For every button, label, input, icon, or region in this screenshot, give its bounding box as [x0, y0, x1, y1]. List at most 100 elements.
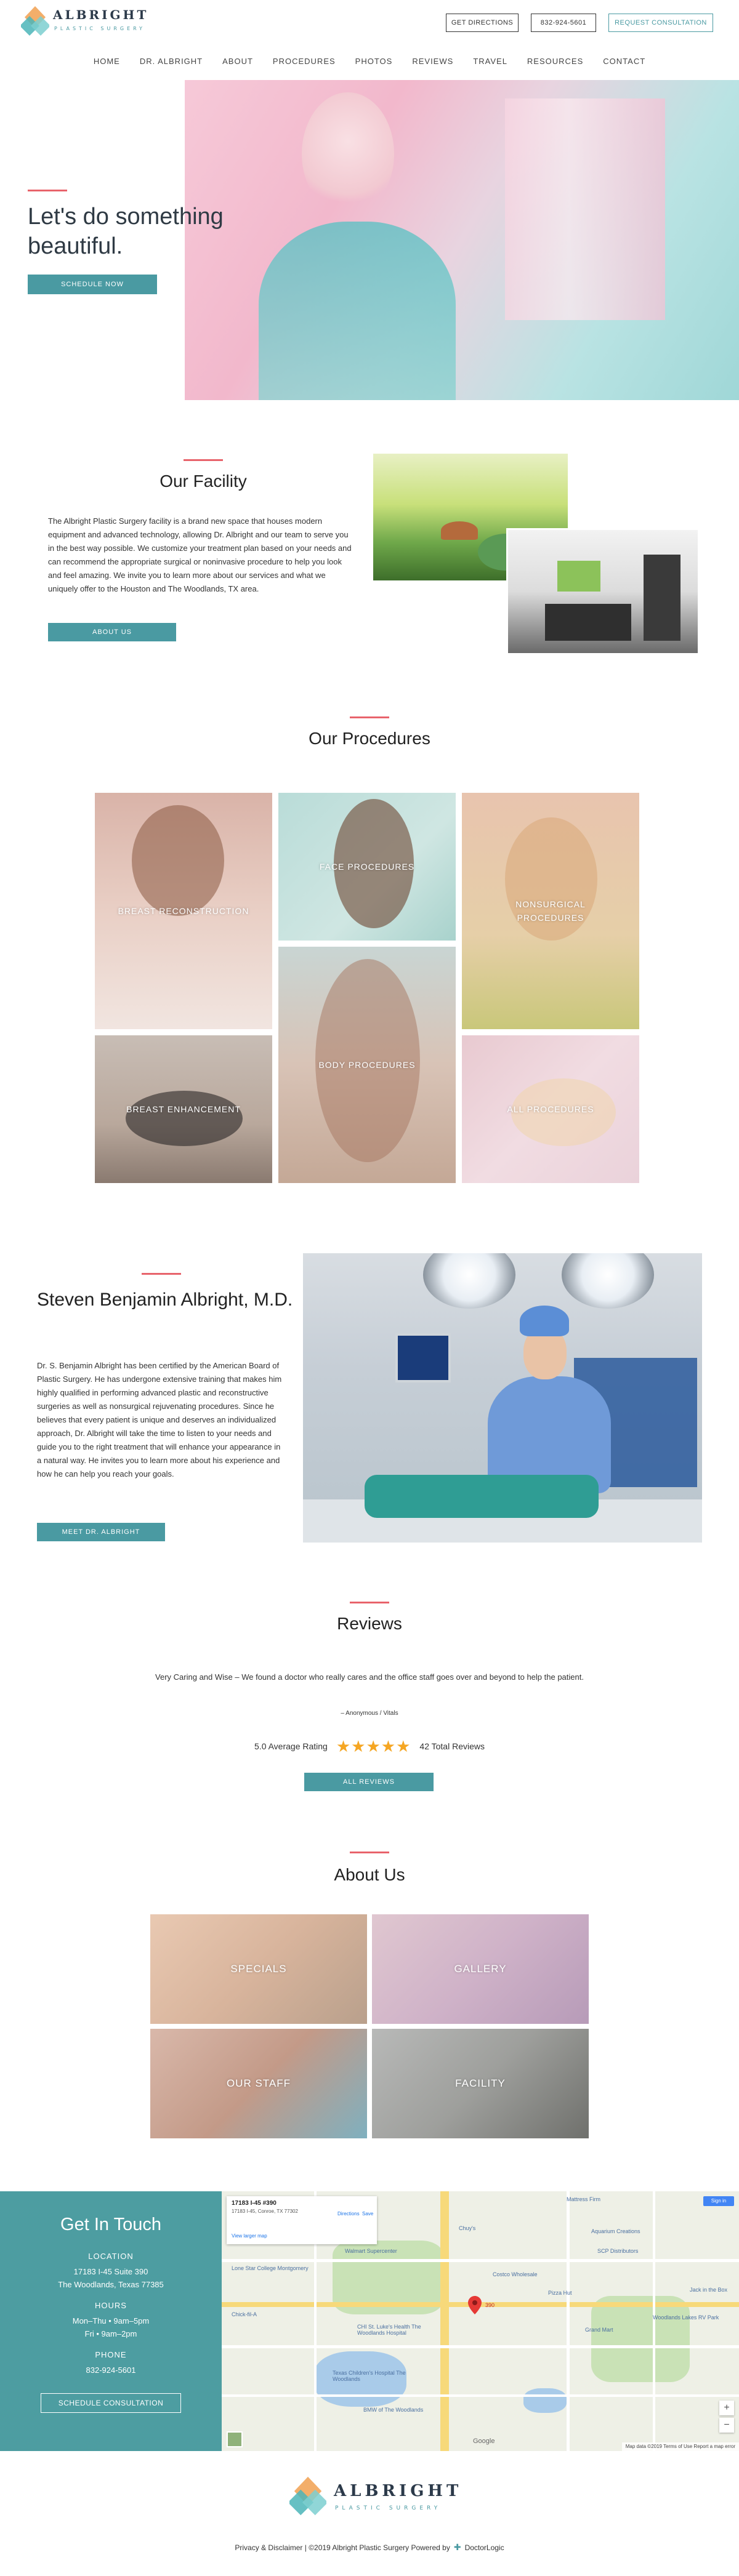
logo[interactable]: ALBRIGHT PLASTIC SURGERY — [21, 5, 156, 42]
satellite-toggle[interactable] — [227, 2431, 243, 2447]
zoom-in-button[interactable]: + — [719, 2401, 734, 2415]
surgical-cap — [520, 1306, 569, 1336]
hero-title: Let's do something beautiful. — [28, 204, 224, 259]
location-map[interactable]: Mattress Firm Lone Star College Montgome… — [222, 2191, 739, 2451]
all-reviews-button[interactable]: ALL REVIEWS — [304, 1773, 434, 1791]
about-tile-label: FACILITY — [455, 2077, 506, 2089]
map-park — [591, 2296, 690, 2382]
procedure-tile-label: NONSURGICAL PROCEDURES — [515, 899, 586, 923]
about-tile-gallery[interactable]: GALLERY — [372, 1914, 589, 2024]
hero-image-figure — [259, 222, 456, 400]
footer-legal-text[interactable]: Privacy & Disclaimer | ©2019 Albright Pl… — [235, 2543, 450, 2552]
map-poi: CHI St. Luke's Health The Woodlands Hosp… — [357, 2324, 421, 2336]
facility-accent-line — [184, 459, 223, 461]
hero-image — [185, 80, 739, 400]
map-pin-icon — [468, 2296, 482, 2314]
map-attribution: Map data ©2019 Terms of Use Report a map… — [621, 2442, 739, 2451]
about-tile-label: OUR STAFF — [226, 2077, 291, 2089]
hours-heading: HOURS — [95, 2301, 127, 2310]
hours-line-2: Fri • 9am–2pm — [84, 2329, 137, 2338]
nav-item-resources[interactable]: RESOURCES — [517, 54, 593, 69]
mushroom-decor — [441, 521, 478, 540]
about-title: About Us — [334, 1865, 405, 1884]
site-header: ALBRIGHT PLASTIC SURGERY GET DIRECTIONS … — [0, 0, 739, 80]
contact-phone[interactable]: 832-924-5601 — [0, 2364, 222, 2377]
procedure-tile-label: ALL PROCEDURES — [507, 1104, 594, 1114]
procedure-tile-body[interactable]: BODY PROCEDURES — [278, 947, 456, 1183]
nav-item-home[interactable]: HOME — [84, 54, 130, 69]
map-info-card: 17183 I-45 #390 17183 I-45, Conroe, TX 7… — [227, 2196, 377, 2244]
about-tile-specials[interactable]: SPECIALS — [150, 1914, 367, 2024]
map-road — [222, 2259, 739, 2262]
procedure-tile-breast-enhancement[interactable]: BREAST ENHANCEMENT — [95, 1035, 272, 1183]
about-tile-our-staff[interactable]: OUR STAFF — [150, 2029, 367, 2138]
nav-item-reviews[interactable]: REVIEWS — [402, 54, 463, 69]
get-directions-button[interactable]: GET DIRECTIONS — [446, 14, 519, 32]
tile-figure — [132, 805, 224, 916]
map-poi: Aquarium Creations — [591, 2228, 640, 2234]
footer-logo[interactable]: ALBRIGHT PLASTIC SURGERY — [289, 2474, 458, 2524]
doctorlogic-icon: ✚ — [453, 2542, 461, 2552]
review-quote: Very Caring and Wise – We found a doctor… — [155, 1672, 584, 1682]
meet-dr-albright-button[interactable]: MEET DR. ALBRIGHT — [37, 1523, 165, 1541]
map-save-link[interactable]: Save — [362, 2211, 373, 2217]
rating-summary: 5.0 Average Rating ★★★★★ 42 Total Review… — [0, 1737, 739, 1755]
map-signin-button[interactable]: Sign in — [703, 2196, 734, 2206]
schedule-consultation-button[interactable]: SCHEDULE CONSULTATION — [41, 2393, 181, 2413]
map-poi: Costco Wholesale — [493, 2271, 538, 2277]
nav-item-dr-albright[interactable]: DR. ALBRIGHT — [130, 54, 212, 69]
procedure-tile-breast-reconstruction[interactable]: BREAST RECONSTRUCTION — [95, 793, 272, 1029]
map-poi: Jack in the Box — [690, 2287, 728, 2293]
map-road — [222, 2345, 739, 2348]
map-directions-link[interactable]: Directions — [337, 2211, 360, 2217]
google-logo: Google — [473, 2438, 495, 2445]
wall-art — [557, 561, 600, 592]
map-poi: Grand Mart — [585, 2327, 613, 2333]
logo-mark-icon — [21, 6, 49, 36]
tile-figure — [126, 1091, 243, 1146]
surgical-drape — [365, 1475, 599, 1518]
map-poi: Lone Star College Montgomery — [232, 2265, 309, 2271]
contact-title: Get In Touch — [60, 2215, 161, 2234]
nav-item-contact[interactable]: CONTACT — [593, 54, 655, 69]
hero-image-background — [505, 98, 665, 320]
facility-body: The Albright Plastic Surgery facility is… — [48, 516, 352, 593]
map-road — [222, 2394, 739, 2397]
nav-item-travel[interactable]: TRAVEL — [463, 54, 517, 69]
header-phone-button[interactable]: 832-924-5601 — [531, 14, 596, 32]
map-pin-label: 390 — [485, 2302, 495, 2308]
about-tile-label: GALLERY — [454, 1963, 507, 1975]
procedure-tile-all[interactable]: ALL PROCEDURES — [462, 1035, 639, 1183]
facility-reception-image — [506, 528, 700, 655]
location-heading: LOCATION — [88, 2252, 134, 2261]
nav-item-procedures[interactable]: PROCEDURES — [263, 54, 345, 69]
logo-tagline: PLASTIC SURGERY — [54, 26, 146, 31]
footer-logo-tagline: PLASTIC SURGERY — [335, 2505, 442, 2511]
zoom-out-button[interactable]: − — [719, 2418, 734, 2433]
facility-title: Our Facility — [160, 471, 247, 491]
procedures-accent-line — [350, 716, 389, 718]
nav-item-photos[interactable]: PHOTOS — [345, 54, 403, 69]
footer-brand-link[interactable]: DoctorLogic — [465, 2543, 504, 2552]
about-tile-facility[interactable]: FACILITY — [372, 2029, 589, 2138]
map-poi: Mattress Firm — [567, 2196, 600, 2202]
map-poi: BMW of The Woodlands — [363, 2407, 424, 2413]
map-card-address: 17183 I-45, Conroe, TX 77302 — [232, 2209, 298, 2214]
main-nav: HOME DR. ALBRIGHT ABOUT PROCEDURES PHOTO… — [0, 54, 739, 69]
schedule-now-button[interactable]: SCHEDULE NOW — [28, 275, 157, 294]
view-larger-map-link[interactable]: View larger map — [232, 2233, 267, 2239]
procedure-tile-face[interactable]: FACE PROCEDURES — [278, 793, 456, 941]
address-line-2: The Woodlands, Texas 77385 — [58, 2280, 164, 2289]
about-us-button[interactable]: ABOUT US — [48, 623, 176, 641]
about-accent-line — [350, 1852, 389, 1853]
footer-logo-name: ALBRIGHT — [334, 2482, 462, 2500]
nav-item-about[interactable]: ABOUT — [212, 54, 263, 69]
reviews-title: Reviews — [337, 1614, 402, 1633]
map-road — [567, 2191, 570, 2451]
monitor — [395, 1333, 451, 1382]
request-consultation-button[interactable]: REQUEST CONSULTATION — [608, 14, 713, 32]
reviews-accent-line — [350, 1602, 389, 1603]
procedure-tile-label: BREAST ENHANCEMENT — [126, 1104, 241, 1114]
procedure-tile-nonsurgical[interactable]: NONSURGICAL PROCEDURES — [462, 793, 639, 1029]
procedure-tile-label: BODY PROCEDURES — [318, 1060, 416, 1070]
